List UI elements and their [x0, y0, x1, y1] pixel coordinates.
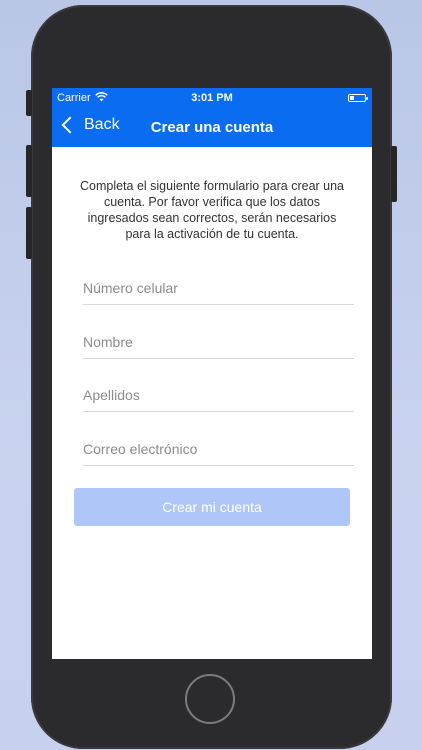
email-input[interactable] [83, 441, 354, 457]
name-field [83, 318, 354, 359]
battery-icon [348, 94, 368, 102]
phone-field [83, 264, 354, 305]
volume-down-button [26, 207, 32, 259]
lastname-field [83, 371, 354, 412]
lastname-input[interactable] [83, 387, 354, 403]
email-field [83, 425, 354, 466]
intro-text: Completa el siguiente formulario para cr… [79, 179, 345, 241]
mute-switch [26, 90, 32, 116]
home-button[interactable] [185, 674, 235, 724]
status-time: 3:01 PM [191, 92, 233, 104]
name-input[interactable] [83, 334, 354, 350]
phone-frame: Carrier 3:01 PM Back Crear una cuenta Co… [26, 5, 397, 749]
volume-up-button [26, 145, 32, 197]
app-screen: Carrier 3:01 PM Back Crear una cuenta Co… [52, 88, 372, 659]
page-title: Crear una cuenta [150, 119, 274, 136]
power-button [391, 146, 397, 202]
status-bar: Carrier 3:01 PM [52, 88, 372, 108]
create-account-button[interactable]: Crear mi cuenta [74, 488, 350, 526]
navigation-bar: Carrier 3:01 PM Back Crear una cuenta [52, 88, 372, 147]
phone-input[interactable] [83, 280, 354, 296]
